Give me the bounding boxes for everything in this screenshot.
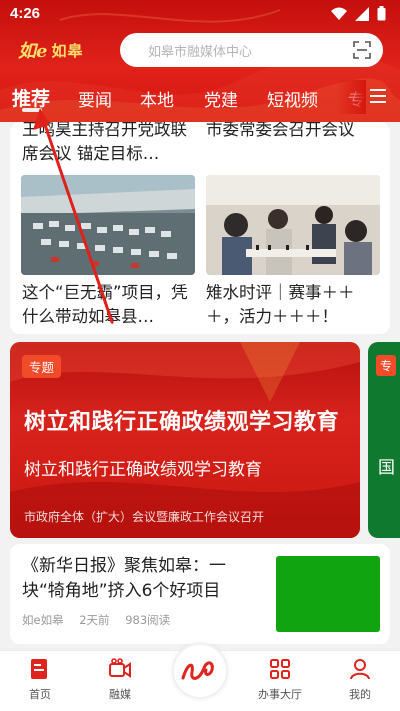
topic-banner[interactable]: 专题 树立和践行正确政绩观学习教育 树立和践行正确政绩观学习教育 市政府全体（扩… [10,342,360,538]
news-time: 2天前 [79,613,110,627]
scan-icon[interactable] [353,41,371,59]
news-list-item[interactable]: 《新华日报》聚焦如皋：一块“犄角地”挤入6个好项目 如e如皋 2天前 983阅读 [10,544,390,644]
person-icon [350,659,370,680]
nav-mine[interactable]: 我的 [330,657,390,702]
news-meta: 如e如皋 2天前 983阅读 [22,612,182,628]
video-camera-icon [109,658,131,678]
grid-item-title[interactable]: 王鸣昊主持召开党政联席会议 锚定目标… [22,122,192,166]
feed: 王鸣昊主持召开党政联席会议 锚定目标… 市委常委会召开会议 这个“巨无霸”项目，… [0,122,400,650]
tab-short-video[interactable]: 短视频 [267,86,318,111]
tab-recommend[interactable]: 推荐 [12,84,50,111]
category-tabs: 推荐 要闻 本地 党建 短视频 专 [0,80,400,114]
banner-headline: 树立和践行正确政绩观学习教育 [24,410,340,435]
banner-subheadline: 树立和践行正确政绩观学习教育 [24,460,262,480]
banner-caption: 市政府全体（扩大）会议暨廉政工作会议召开 [24,510,265,524]
next-banner-peek[interactable]: 专 国 [368,342,400,538]
topic-carousel[interactable]: 专题 树立和践行正确政绩观学习教育 树立和践行正确政绩观学习教育 市政府全体（扩… [10,342,400,538]
home-doc-icon [31,659,47,679]
status-icons [331,6,386,21]
news-thumbnail[interactable] [276,556,380,632]
status-bar: 4:26 [0,0,400,28]
news-grid-card: 王鸣昊主持召开党政联席会议 锚定目标… 市委常委会召开会议 这个“巨无霸”项目，… [10,122,390,334]
next-banner-badge: 专 [376,355,397,376]
search-bar[interactable]: 如皋市融媒体中心 [120,33,383,67]
topic-badge: 专题 [22,355,62,378]
next-banner-text: 国 [378,458,395,478]
brand-logo-icon [181,661,214,680]
center-logo-button[interactable] [172,643,228,699]
bottom-navigation: 首页 融媒 办事大厅 我的 [0,643,400,711]
logo-text: 如皋 [51,41,84,60]
grid-item-title[interactable]: 这个“巨无霸”项目，凭什么带动如皋县… [22,281,192,329]
battery-icon [377,6,386,21]
menu-icon[interactable] [368,86,388,106]
nav-service-hall-label: 办事大厅 [258,688,302,701]
grid-item-title[interactable]: 市委常委会召开会议 [206,122,376,142]
tab-news[interactable]: 要闻 [78,86,112,111]
app-logo[interactable]: 如e 如皋 [18,36,110,64]
tab-local[interactable]: 本地 [140,86,174,111]
tab-active-indicator [22,108,42,112]
nav-home-label: 首页 [29,688,51,701]
tab-party[interactable]: 党建 [204,86,238,111]
search-placeholder: 如皋市融媒体中心 [148,45,253,60]
signal-icon [355,6,369,21]
grid-apps-icon [270,659,290,679]
grid-item-title[interactable]: 雉水时评｜赛事＋＋＋，活力＋＋＋！ [206,281,376,329]
nav-service-hall[interactable]: 办事大厅 [250,657,310,702]
nav-media[interactable]: 融媒 [90,657,150,702]
news-reads: 983阅读 [125,613,171,627]
app-header: 4:26 如e 如皋 如皋市融媒体中心 推荐 要闻 本地 党建 短视频 专 [0,0,400,122]
tabs-fade [336,80,366,114]
nav-mine-label: 我的 [349,688,371,701]
nav-home[interactable]: 首页 [10,657,70,702]
logo-script: 如e [18,41,48,62]
news-source: 如e如皋 [22,613,64,627]
news-title[interactable]: 《新华日报》聚焦如皋：一块“犄角地”挤入6个好项目 [22,554,268,604]
factory-photo[interactable] [21,175,195,275]
status-time: 4:26 [10,5,41,22]
nav-media-label: 融媒 [109,688,131,701]
chess-match-photo[interactable] [206,175,380,275]
wifi-icon [331,7,347,20]
